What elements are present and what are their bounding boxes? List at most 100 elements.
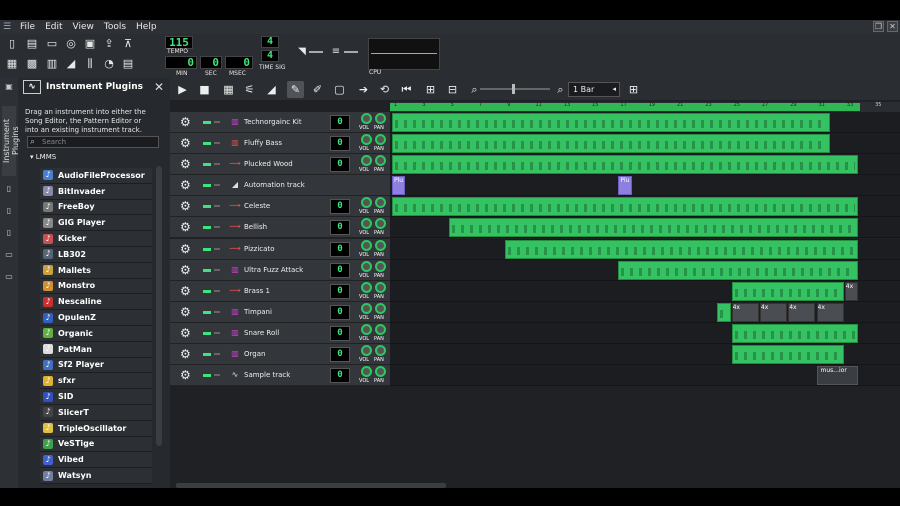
track-name[interactable]: Snare Roll (244, 329, 279, 337)
plugin-item[interactable]: ♪ BitInvader (40, 183, 152, 200)
knife-mode-icon[interactable]: ✐ (309, 81, 326, 98)
gear-icon[interactable]: ⚙ (180, 263, 191, 277)
mute-toggle[interactable] (203, 374, 211, 378)
menu-file[interactable]: File (20, 22, 35, 32)
pattern-clip[interactable] (392, 113, 830, 132)
track-name[interactable]: Sample track (244, 371, 290, 379)
track-volume-display[interactable]: 0 (330, 304, 350, 320)
pattern-clip[interactable] (731, 281, 844, 301)
pattern-clip[interactable] (505, 239, 858, 259)
snap-icon[interactable]: ⌕ (552, 81, 569, 98)
track-name[interactable]: Celeste (244, 202, 270, 210)
mute-toggle[interactable] (203, 184, 211, 188)
track-name[interactable]: Bellish (244, 223, 267, 231)
plugin-item[interactable]: ♪ LB302 (40, 246, 152, 263)
solo-toggle[interactable] (214, 310, 220, 313)
track-volume-display[interactable]: 0 (330, 157, 350, 173)
pattern-clip[interactable] (448, 218, 858, 238)
track-volume-display[interactable]: 0 (330, 368, 350, 384)
plugin-item[interactable]: ♪ TripleOscillator (40, 420, 152, 437)
volume-knob[interactable] (361, 155, 372, 167)
add-pattern-track-icon[interactable]: ▦ (220, 81, 237, 98)
pan-knob[interactable] (375, 218, 386, 230)
sample-clip[interactable]: mus...ior (816, 366, 858, 386)
solo-toggle[interactable] (214, 121, 220, 123)
gear-icon[interactable]: ⚙ (180, 136, 191, 150)
track-timeline[interactable] (390, 217, 900, 239)
gear-icon[interactable]: ⚙ (180, 178, 191, 192)
root-icon[interactable]: ▭ (4, 272, 14, 282)
app-menu-icon[interactable]: ☰ (3, 22, 15, 32)
menu-view[interactable]: View (73, 22, 94, 32)
plugin-item[interactable]: ♪ Nescaline (40, 294, 152, 311)
beat-pattern[interactable]: 4x (844, 281, 858, 301)
draw-mode-icon[interactable]: ✎ (287, 81, 304, 98)
track-volume-display[interactable]: 0 (330, 347, 350, 363)
gear-icon[interactable]: ⚙ (180, 157, 191, 171)
track-volume-display[interactable]: 0 (330, 220, 350, 236)
plugin-item[interactable]: ♪ VeSTige (40, 436, 152, 453)
solo-toggle[interactable] (214, 331, 220, 334)
track-name[interactable]: Pizzicato (244, 245, 274, 253)
pattern-clip[interactable] (392, 155, 858, 175)
my-home-icon[interactable]: ▭ (4, 250, 14, 260)
solo-toggle[interactable] (214, 353, 220, 356)
pan-knob[interactable] (375, 366, 386, 378)
plugin-item[interactable]: ♪ Organic (40, 325, 152, 342)
track-volume-display[interactable]: 0 (330, 262, 350, 278)
track-timeline[interactable] (390, 322, 900, 344)
pan-knob[interactable] (375, 197, 386, 209)
gear-icon[interactable]: ⚙ (180, 305, 191, 319)
close-panel-icon[interactable]: ✕ (154, 80, 164, 94)
track-volume-display[interactable]: 0 (330, 325, 350, 341)
track-timeline[interactable] (390, 344, 900, 366)
volume-knob[interactable] (361, 197, 372, 209)
volume-knob[interactable] (361, 113, 372, 124)
pan-knob[interactable] (375, 345, 386, 357)
zoom-slider[interactable] (480, 84, 550, 94)
plugin-item[interactable]: ♪ FreeBoy (40, 199, 152, 216)
my-presets-icon[interactable]: ▯ (4, 228, 14, 238)
tree-root[interactable]: ▾ LMMS (30, 153, 56, 161)
master-volume-slider[interactable] (309, 51, 323, 53)
add-sample-track-icon[interactable]: ⚟ (241, 81, 258, 98)
restore-icon[interactable]: ❐ (873, 21, 884, 32)
gear-icon[interactable]: ⚙ (180, 199, 191, 213)
solo-toggle[interactable] (214, 226, 220, 229)
pattern-clip[interactable] (392, 197, 858, 217)
beat-pattern[interactable]: 4x (731, 302, 759, 322)
track-timeline[interactable]: 4x (390, 280, 900, 302)
pan-knob[interactable] (375, 239, 386, 251)
volume-knob[interactable] (361, 218, 372, 230)
track-name[interactable]: Organ (244, 350, 265, 358)
track-timeline[interactable]: mus...ior (390, 365, 900, 387)
open-project-icon[interactable]: ▭ (44, 36, 60, 52)
plugin-item[interactable]: ♪ PatMan (40, 341, 152, 358)
export-tracks-icon[interactable]: ⊼ (120, 36, 136, 52)
pattern-editor-icon[interactable]: ▩ (24, 56, 40, 72)
time-sig-denominator[interactable]: 4 (261, 50, 279, 62)
volume-knob[interactable] (361, 239, 372, 251)
solo-toggle[interactable] (214, 289, 220, 292)
timeline[interactable]: 135791113151719212325272931333537 (390, 102, 900, 112)
stop-behaviour-icon[interactable]: ⏮ (398, 81, 415, 98)
instrument-plugins-side-tab[interactable]: Instrument Plugins (2, 106, 20, 176)
gear-icon[interactable]: ⚙ (180, 326, 191, 340)
solo-toggle[interactable] (214, 142, 220, 145)
mute-toggle[interactable] (203, 268, 211, 272)
add-automation-track-icon[interactable]: ◢ (263, 81, 280, 98)
zoom-slider-knob[interactable] (512, 84, 515, 94)
menu-help[interactable]: Help (136, 22, 157, 32)
beat-pattern[interactable]: 4x (788, 302, 816, 322)
track-volume-display[interactable]: 0 (330, 283, 350, 299)
plugin-item[interactable]: ♪ Watsyn (40, 468, 152, 484)
piano-roll-icon[interactable]: ▥ (44, 56, 60, 72)
pan-knob[interactable] (375, 155, 386, 167)
proportional-snap-icon[interactable]: ⊞ (625, 81, 642, 98)
gear-icon[interactable]: ⚙ (180, 115, 191, 129)
plugin-item[interactable]: ♪ Mallets (40, 262, 152, 279)
track-volume-display[interactable]: 0 (330, 136, 350, 152)
pan-knob[interactable] (375, 281, 386, 293)
time-sig-numerator[interactable]: 4 (261, 36, 279, 48)
track-timeline[interactable]: Plu Plu (390, 175, 900, 197)
